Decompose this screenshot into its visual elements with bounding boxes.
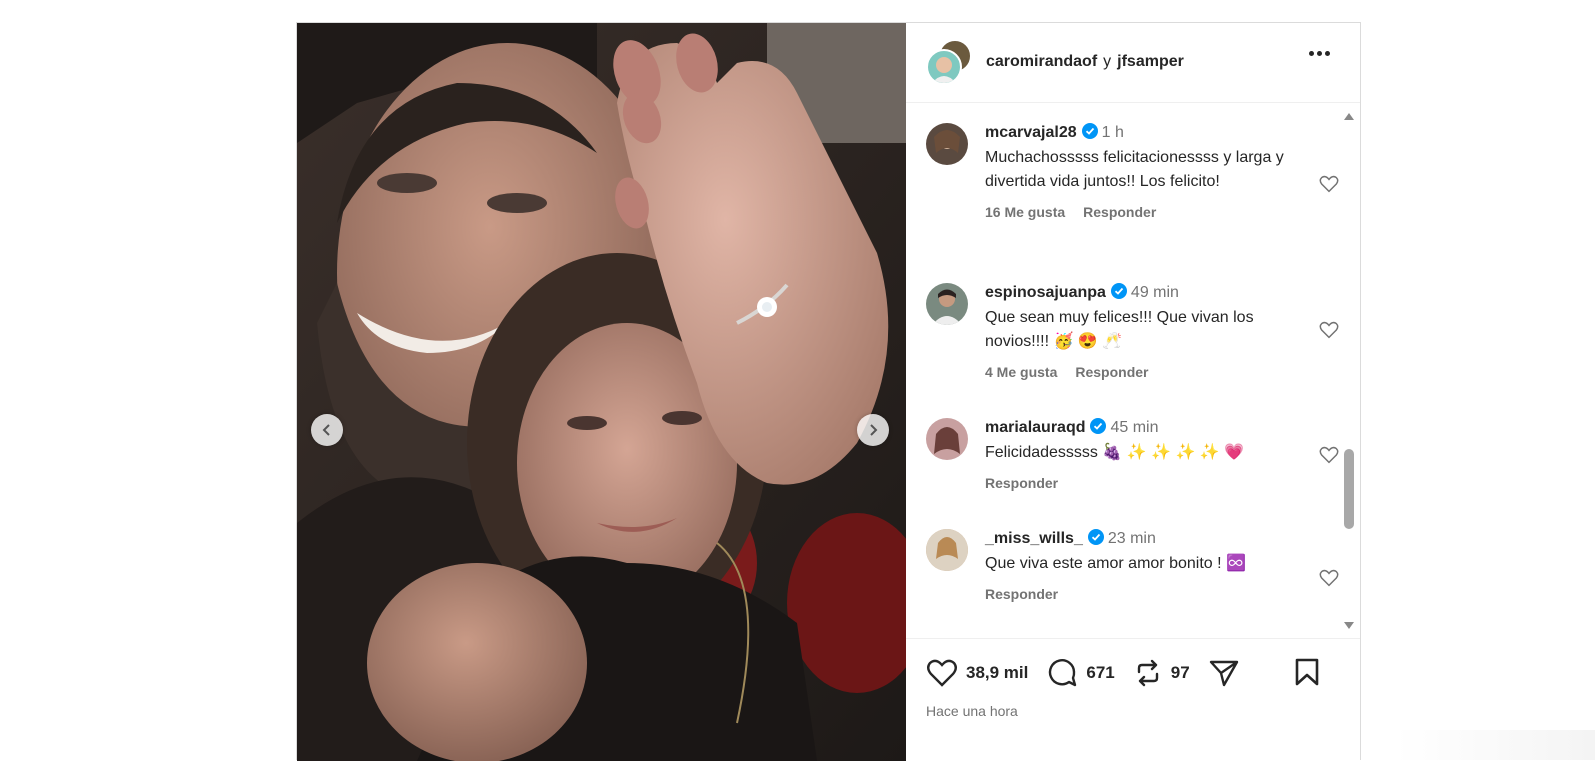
reply-button[interactable]: Responder (1083, 204, 1156, 220)
save-button[interactable] (1294, 657, 1320, 692)
heart-icon (927, 659, 957, 687)
post-header: caromirandaof y jfsamper (906, 23, 1360, 103)
list-item: mcarvajal28 1 h Muchachosssss felicitacio… (926, 122, 1339, 220)
avatar[interactable] (926, 417, 968, 460)
chevron-left-icon (322, 424, 330, 436)
reply-button[interactable]: Responder (985, 586, 1058, 602)
heart-icon[interactable] (1318, 173, 1340, 195)
comments-list[interactable]: mcarvajal28 1 h Muchachosssss felicitacio… (906, 103, 1360, 638)
avatar (926, 49, 962, 86)
comment-icon (1049, 659, 1077, 687)
reposts-count[interactable]: 97 (1171, 663, 1190, 683)
list-item: espinosajuanpa 49 min Que sean muy felice… (926, 282, 1339, 380)
repost-button[interactable]: 97 (1133, 658, 1190, 688)
reply-button[interactable]: Responder (985, 475, 1058, 491)
list-item: _miss_wills_ 23 min Que viva este amor am… (926, 528, 1339, 602)
avatar[interactable] (926, 122, 968, 165)
instagram-post: caromirandaof y jfsamper mcarvajal28 1 h Mu… (296, 22, 1361, 761)
comment-username[interactable]: marialauraqd (985, 419, 1085, 436)
likes-count[interactable]: 38,9 mil (966, 663, 1028, 683)
post-timestamp[interactable]: Hace una hora (926, 703, 1018, 719)
couple-photo (297, 23, 906, 761)
comment-button[interactable]: 671 (1046, 657, 1115, 689)
list-item: marialauraqd 45 min Felicidadesssss 🍇 ✨ ✨… (926, 417, 1339, 491)
verified-badge-icon (1110, 282, 1127, 299)
comments-count[interactable]: 671 (1086, 663, 1114, 683)
comments-scrollbar[interactable] (1342, 103, 1356, 638)
comment-username[interactable]: espinosajuanpa (985, 284, 1106, 301)
more-options-button[interactable] (1309, 51, 1330, 56)
comment-timestamp[interactable]: 23 min (1108, 530, 1156, 547)
scrollbar-thumb[interactable] (1344, 448, 1354, 529)
scroll-up-icon[interactable] (1344, 112, 1354, 120)
author-username[interactable]: caromirandaof (986, 53, 1097, 70)
comment-likes[interactable]: 16 Me gusta (985, 204, 1065, 220)
share-button[interactable] (1208, 658, 1240, 688)
comment-text: Felicidadesssss 🍇 ✨ ✨ ✨ ✨ 💗 (985, 443, 1245, 461)
reply-button[interactable]: Responder (1075, 364, 1148, 380)
comment-username[interactable]: mcarvajal28 (985, 124, 1077, 141)
coauthor-username[interactable]: jfsamper (1117, 53, 1184, 70)
comment-text: Muchachosssss felicitacionessss y larga … (985, 148, 1284, 190)
page-corner (1395, 730, 1595, 760)
avatar[interactable] (926, 528, 968, 571)
post-sidebar: caromirandaof y jfsamper mcarvajal28 1 h Mu… (906, 23, 1360, 761)
comment-username[interactable]: _miss_wills_ (985, 530, 1083, 547)
verified-badge-icon (1090, 417, 1107, 434)
author-avatars[interactable] (926, 39, 972, 86)
comment-text: Que viva este amor amor bonito ! ♾️ (985, 554, 1246, 572)
verified-badge-icon (1087, 528, 1104, 545)
post-actions: 38,9 mil 671 97 Hace una hora (906, 638, 1360, 761)
carousel-prev-button[interactable] (311, 414, 343, 446)
heart-icon[interactable] (1318, 567, 1340, 589)
comment-timestamp[interactable]: 45 min (1110, 419, 1158, 436)
send-icon (1209, 660, 1238, 687)
repost-icon (1137, 659, 1158, 687)
like-button[interactable]: 38,9 mil (926, 658, 1028, 688)
scroll-down-icon[interactable] (1344, 621, 1354, 629)
comment-timestamp[interactable]: 49 min (1131, 284, 1179, 301)
more-horizontal-icon (1309, 51, 1314, 56)
verified-badge-icon (1081, 122, 1098, 139)
post-media[interactable] (297, 23, 906, 761)
author-joiner: y (1103, 53, 1112, 71)
comment-likes[interactable]: 4 Me gusta (985, 364, 1057, 380)
avatar[interactable] (926, 282, 968, 325)
comment-text: Que sean muy felices!!! Que vivan los no… (985, 308, 1254, 350)
heart-icon[interactable] (1318, 319, 1340, 341)
carousel-next-button[interactable] (857, 414, 889, 446)
comment-timestamp[interactable]: 1 h (1102, 124, 1124, 141)
bookmark-icon (1295, 658, 1319, 686)
post-authors: caromirandaof y jfsamper (986, 53, 1184, 71)
heart-icon[interactable] (1318, 444, 1340, 466)
chevron-right-icon (870, 424, 878, 436)
